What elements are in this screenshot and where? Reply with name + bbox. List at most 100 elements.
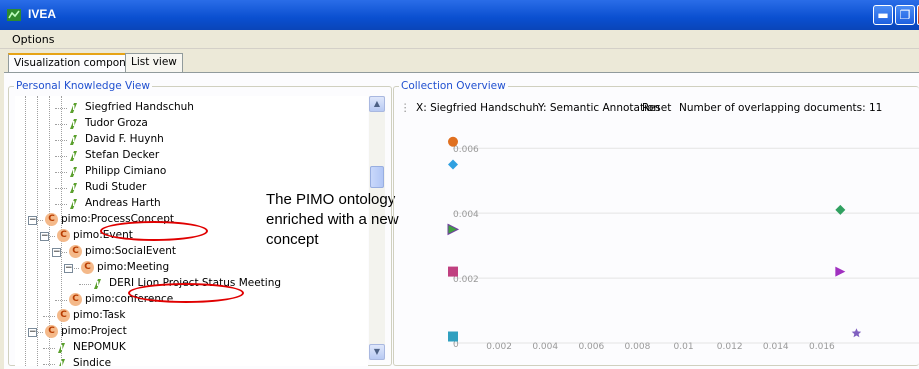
data-point (447, 223, 460, 236)
tree-node[interactable]: Cpimo:Task (15, 308, 368, 324)
data-point (851, 328, 862, 338)
y-tick-label: 0.004 (453, 210, 479, 220)
tree-node[interactable]: − Cpimo:Meeting (15, 260, 368, 276)
collapse-toggle[interactable]: − (28, 216, 37, 225)
data-point (448, 159, 458, 170)
y-tick-label: 0.006 (453, 145, 479, 155)
class-icon: C (57, 309, 70, 322)
chevron-up-icon: ▲ (373, 99, 381, 108)
x-tick-label: 0.002 (486, 342, 512, 352)
highlight-ellipse-event (100, 221, 208, 241)
data-point (835, 266, 846, 277)
tree-node-label: pimo:Task (73, 309, 126, 321)
annotation-line-3: concept (266, 231, 319, 248)
tree-node[interactable]: Sindice (15, 356, 368, 366)
annotation-text: The PIMO ontology enriched with a new co… (266, 190, 399, 250)
instance-icon (94, 279, 101, 289)
tree-connector (55, 124, 67, 125)
instance-icon (70, 135, 77, 145)
class-icon: C (45, 213, 58, 226)
tree-node-label: Stefan Decker (85, 149, 160, 161)
tree-node[interactable]: Stefan Decker (15, 148, 368, 164)
x-tick-label: 0.016 (809, 342, 835, 352)
tree-node-label: David F. Huynh (85, 133, 164, 145)
instance-icon (70, 199, 77, 209)
personal-knowledge-title: Personal Knowledge View (14, 80, 152, 92)
data-point (448, 266, 458, 277)
instance-icon (70, 167, 77, 177)
app-icon (7, 9, 21, 21)
tree-connector (43, 364, 55, 365)
annotation-line-2: enriched with a new (266, 211, 399, 228)
data-point (448, 136, 458, 147)
minimize-icon: ▬ (877, 8, 889, 22)
class-icon: C (69, 293, 82, 306)
minimize-button[interactable]: ▬ (873, 5, 893, 25)
scroll-up-button[interactable]: ▲ (369, 96, 385, 112)
collapse-toggle[interactable]: − (64, 264, 73, 273)
reset-button[interactable]: Reset (642, 102, 671, 114)
x-tick-label: 0.008 (625, 342, 651, 352)
tree-connector (55, 188, 67, 189)
tree-node-label: pimo:SocialEvent (85, 245, 176, 257)
class-icon: C (45, 325, 58, 338)
chevron-down-icon: ▼ (373, 347, 381, 356)
class-icon: C (81, 261, 94, 274)
scatter-plot[interactable]: 0.0060.0040.0020 0.002 0.004 0.006 0.008 0.01… (398, 118, 919, 366)
collapse-toggle[interactable]: − (52, 248, 61, 257)
tree-node[interactable]: Siegfried Handschuh (15, 100, 368, 116)
tree-connector (55, 108, 67, 109)
instance-icon (59, 359, 65, 366)
toolbar-grip-icon: ⋮ (400, 102, 411, 114)
highlight-ellipse-conference (128, 283, 244, 303)
window-title: IVEA (28, 7, 57, 21)
tree-node-label: NEPOMUK (73, 341, 126, 353)
tree-connector (43, 348, 55, 349)
overlap-count: Number of overlapping documents: 11 (679, 102, 883, 114)
tree-connector (55, 140, 67, 141)
tree-node[interactable]: Philipp Cimiano (15, 164, 368, 180)
class-icon: C (57, 229, 70, 242)
tree-node[interactable]: NEPOMUK (15, 340, 368, 356)
tree-node-label: Tudor Groza (85, 117, 148, 129)
annotation-line-1: The PIMO ontology (266, 191, 396, 208)
tree-node-label: Siegfried Handschuh (85, 101, 194, 113)
tree-node[interactable]: David F. Huynh (15, 132, 368, 148)
data-point (448, 331, 458, 342)
tree-node-label: Philipp Cimiano (85, 165, 167, 177)
tab-list-view[interactable]: List view (125, 53, 183, 72)
tree-node-label: Rudi Studer (85, 181, 147, 193)
collapse-toggle[interactable]: − (40, 232, 49, 241)
x-tick-label: 0.012 (717, 342, 743, 352)
tree-node-label: Andreas Harth (85, 197, 161, 209)
restore-button[interactable]: ❐ (895, 5, 915, 25)
title-bar: IVEA ▬ ❐ (0, 0, 919, 30)
menu-options[interactable]: Options (12, 33, 54, 46)
tree-connector (55, 156, 67, 157)
instance-icon (58, 343, 65, 353)
scroll-down-button[interactable]: ▼ (369, 344, 385, 360)
tree-node[interactable]: − Cpimo:Project (15, 324, 368, 340)
x-tick-label: 0.004 (532, 342, 558, 352)
x-tick-label: 0.006 (578, 342, 604, 352)
tree-connector (55, 204, 67, 205)
tree-connector (43, 316, 55, 317)
x-tick-label: 0.014 (763, 342, 789, 352)
tree-node-label: Sindice (73, 357, 112, 366)
scroll-thumb[interactable] (370, 166, 384, 188)
tree-connector (55, 300, 67, 301)
instance-icon (70, 103, 77, 113)
instance-icon (70, 151, 77, 161)
collapse-toggle[interactable]: − (28, 328, 37, 337)
restore-icon: ❐ (899, 8, 911, 22)
tree-connector (79, 284, 91, 285)
x-axis-selector[interactable]: X: Siegfried Handschuh (416, 102, 539, 114)
menu-bar: Options (0, 30, 919, 49)
instance-icon (70, 119, 77, 129)
tree-node-label: pimo:Meeting (97, 261, 170, 273)
tree-connector (55, 172, 67, 173)
class-icon: C (69, 245, 82, 258)
tree-node-label: pimo:Project (61, 325, 127, 337)
collection-overview-title: Collection Overview (399, 80, 508, 92)
tree-node[interactable]: Tudor Groza (15, 116, 368, 132)
